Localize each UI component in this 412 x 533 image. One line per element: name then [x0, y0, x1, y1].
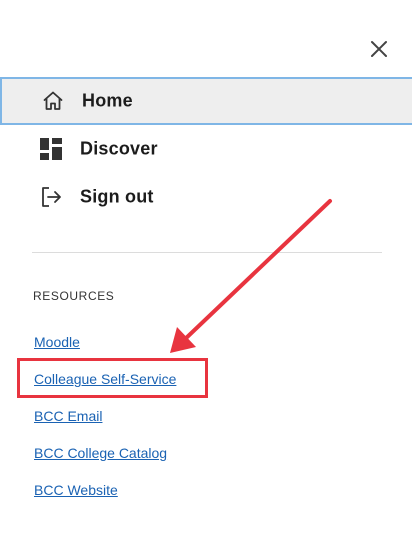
resources-links: Moodle Colleague Self-Service BCC Email … [34, 332, 176, 517]
link-moodle[interactable]: Moodle [34, 332, 176, 369]
close-icon [371, 41, 387, 57]
close-button[interactable] [366, 36, 392, 62]
menu-item-label: Discover [80, 138, 158, 159]
link-bcc-college-catalog[interactable]: BCC College Catalog [34, 443, 176, 480]
menu-item-sign-out[interactable]: Sign out [0, 173, 412, 221]
link-colleague-self-service[interactable]: Colleague Self-Service [34, 369, 176, 406]
resources-heading: RESOURCES [33, 289, 115, 303]
menu-item-label: Sign out [80, 186, 154, 207]
menu-item-discover[interactable]: Discover [0, 125, 412, 173]
home-icon [40, 88, 66, 114]
divider [32, 252, 382, 253]
menu-item-label: Home [82, 90, 133, 111]
menu-item-home[interactable]: Home [0, 77, 412, 125]
link-bcc-website[interactable]: BCC Website [34, 480, 176, 517]
main-menu: Home Discover Sign out [0, 77, 412, 221]
link-bcc-email[interactable]: BCC Email [34, 406, 176, 443]
sign-out-icon [38, 184, 64, 210]
dashboard-icon [38, 136, 64, 162]
